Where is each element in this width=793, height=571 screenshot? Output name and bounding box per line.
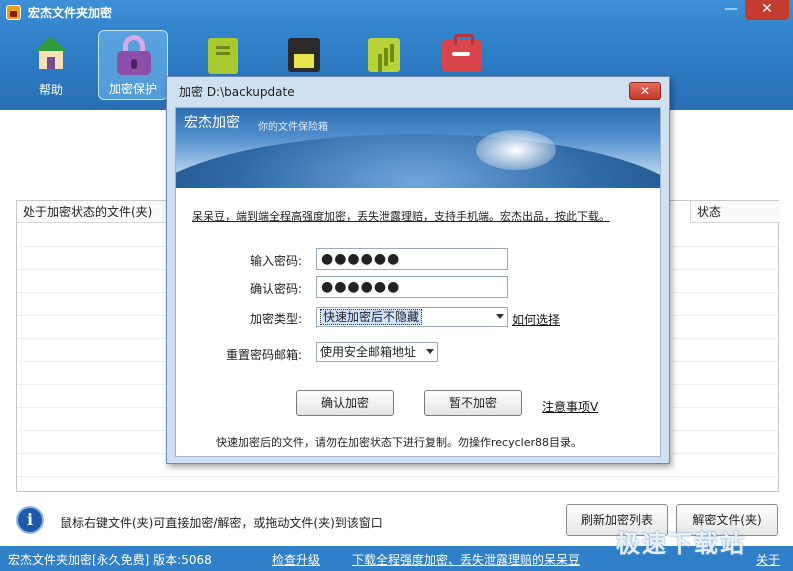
info-icon: i bbox=[16, 506, 44, 534]
close-button[interactable]: ✕ bbox=[745, 0, 789, 20]
promo-link[interactable]: 呆呆豆，端到端全程高强度加密，丢失泄露理赔，支持手机端。宏杰出品，按此下载。 bbox=[192, 208, 610, 224]
toolbox-icon bbox=[442, 34, 482, 72]
notes-link[interactable]: 注意事项V bbox=[542, 398, 598, 415]
encrypt-type-label: 加密类型: bbox=[249, 312, 302, 326]
banner-title: 宏杰加密 bbox=[184, 115, 240, 131]
globe-image bbox=[176, 134, 660, 188]
confirm-password-label: 确认密码: bbox=[249, 282, 302, 296]
toolbar-help-button[interactable]: 帮助 bbox=[16, 30, 86, 100]
banner-subtitle: 你的文件保险箱 bbox=[258, 122, 328, 133]
dialog-banner: 宏杰加密 你的文件保险箱 bbox=[176, 108, 660, 188]
dialog-body: 宏杰加密 你的文件保险箱 呆呆豆，端到端全程高强度加密，丢失泄露理赔，支持手机端… bbox=[175, 107, 661, 457]
minimize-button[interactable]: — bbox=[718, 0, 744, 20]
toolbar-help-label: 帮助 bbox=[38, 83, 63, 97]
tip-text: 鼠标右键文件(夹)可直接加密/解密，或拖动文件(夹)到该窗口 bbox=[60, 516, 383, 530]
reset-email-label: 重置密码邮箱: bbox=[225, 348, 302, 362]
version-text: 宏杰文件夹加密[永久免费] 版本:5068 bbox=[8, 553, 212, 567]
column-header-status[interactable]: 状态 bbox=[690, 201, 780, 223]
table-gridline bbox=[17, 476, 778, 477]
about-link[interactable]: 关于 bbox=[756, 551, 780, 568]
password-input[interactable]: ●●●●●● bbox=[316, 248, 508, 270]
notebook-icon bbox=[208, 38, 238, 74]
dialog-title: 加密 D:\backupdate bbox=[179, 85, 295, 99]
toolbar-encrypt-protect-button[interactable]: 加密保护 bbox=[98, 30, 168, 100]
how-to-choose-link[interactable]: 如何选择 bbox=[512, 311, 560, 328]
skip-encrypt-button[interactable]: 暂不加密 bbox=[424, 390, 522, 416]
reset-email-value: 使用安全邮箱地址 bbox=[320, 345, 417, 359]
check-update-link[interactable]: 检查升级 bbox=[272, 551, 320, 568]
watermark: 极速下载站 bbox=[616, 530, 746, 558]
reset-email-select[interactable]: 使用安全邮箱地址 bbox=[316, 342, 438, 362]
chevron-down-icon bbox=[426, 349, 434, 354]
app-logo-icon bbox=[6, 5, 21, 20]
confirm-password-input[interactable]: ●●●●●● bbox=[316, 276, 508, 298]
encrypt-type-value: 快速加密后不隐藏 bbox=[320, 309, 423, 325]
toolbar-encrypt-protect-label: 加密保护 bbox=[108, 82, 157, 96]
floppy-disk-icon bbox=[288, 38, 320, 72]
password-label: 输入密码: bbox=[249, 254, 302, 268]
chevron-down-icon bbox=[496, 314, 504, 319]
dialog-note-text: 快速加密后的文件，请勿在加密状态下进行复制。勿操作recycler88目录。 bbox=[216, 436, 582, 449]
dialog-close-button[interactable]: ✕ bbox=[629, 82, 661, 100]
house-icon bbox=[34, 36, 68, 70]
banner-glow bbox=[476, 130, 556, 170]
lock-icon bbox=[115, 35, 153, 75]
window-title: 宏杰文件夹加密 bbox=[28, 6, 113, 20]
encrypt-type-select[interactable]: 快速加密后不隐藏 bbox=[316, 307, 508, 327]
chart-icon bbox=[368, 38, 400, 72]
encrypt-dialog: 加密 D:\backupdate ✕ 宏杰加密 你的文件保险箱 呆呆豆，端到端全… bbox=[166, 76, 670, 464]
download-link[interactable]: 下载全程强度加密、丢失泄露理赔的呆呆豆 bbox=[352, 551, 580, 568]
confirm-encrypt-button[interactable]: 确认加密 bbox=[296, 390, 394, 416]
